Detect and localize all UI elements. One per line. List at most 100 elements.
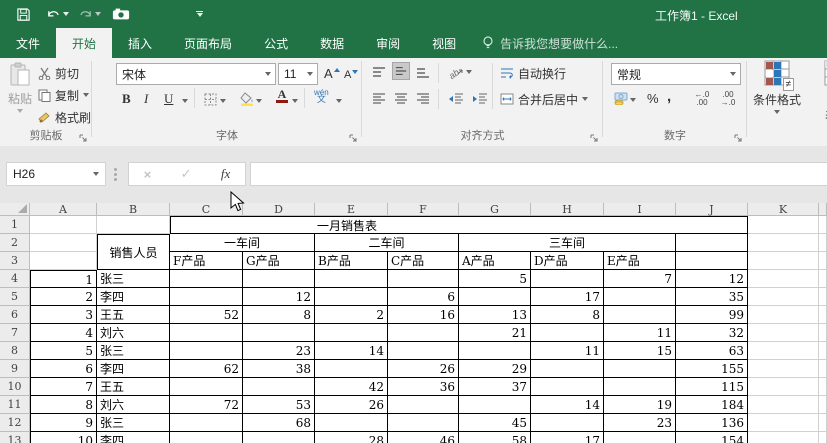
row-header-7[interactable]: 7 (0, 324, 30, 342)
cell-J9[interactable]: 155 (676, 360, 748, 378)
cell-J2[interactable] (676, 234, 748, 252)
font-color-button[interactable]: A (276, 88, 288, 103)
font-dialog-launcher[interactable] (348, 132, 358, 142)
cell-B13[interactable]: 李四 (97, 432, 170, 443)
cell-I9[interactable] (604, 360, 676, 378)
cell-D9[interactable]: 38 (243, 360, 315, 378)
cell-A9[interactable]: 6 (30, 360, 97, 378)
column-header-D[interactable]: D (243, 203, 315, 216)
cell-D5[interactable]: 12 (243, 288, 315, 306)
conditional-formatting-button[interactable]: ≠ 条件格式 (749, 60, 805, 114)
cell-B10[interactable]: 王五 (97, 378, 170, 396)
cell-C9[interactable]: 62 (170, 360, 243, 378)
merged-sales-person-cell[interactable]: 销售人员 (97, 234, 170, 270)
cell-J7[interactable]: 32 (676, 324, 748, 342)
row-header-11[interactable]: 11 (0, 396, 30, 414)
cell-D13[interactable] (243, 432, 315, 443)
cell-C6[interactable]: 52 (170, 306, 243, 324)
underline-button[interactable]: U (162, 90, 175, 108)
cell-L12[interactable] (819, 414, 827, 432)
number-dialog-launcher[interactable] (733, 132, 743, 142)
cell-I13[interactable] (604, 432, 676, 443)
cell-J10[interactable]: 115 (676, 378, 748, 396)
cell-I6[interactable] (604, 306, 676, 324)
cell-B12[interactable]: 张三 (97, 414, 170, 432)
cell-L9[interactable] (819, 360, 827, 378)
tell-me-box[interactable]: 告诉我您想要做什么... (482, 28, 618, 58)
cell-D11[interactable]: 53 (243, 396, 315, 414)
column-header-J[interactable]: J (676, 203, 748, 216)
decrease-indent-button[interactable] (446, 90, 466, 108)
cell-K4[interactable] (748, 270, 819, 288)
cell-G12[interactable]: 45 (459, 414, 531, 432)
underline-dropdown-icon[interactable] (182, 99, 188, 103)
phonetic-dropdown-icon[interactable] (336, 99, 342, 103)
cell-L5[interactable] (819, 288, 827, 306)
cell-G9[interactable]: 29 (459, 360, 531, 378)
cell-L7[interactable] (819, 324, 827, 342)
cell-J11[interactable]: 184 (676, 396, 748, 414)
cell-B8[interactable]: 张三 (97, 342, 170, 360)
column-header-F[interactable]: F (388, 203, 459, 216)
cell-J6[interactable]: 99 (676, 306, 748, 324)
shrink-font-button[interactable]: A (342, 66, 360, 84)
tab-file[interactable]: 文件 (0, 28, 56, 58)
wrap-text-button[interactable]: 自动换行 (500, 64, 566, 82)
fill-color-button[interactable] (238, 90, 257, 108)
row-header-2[interactable]: 2 (0, 234, 30, 252)
merged-workshop-cell-一车间[interactable]: 一车间 (170, 234, 315, 252)
comma-style-button[interactable]: , (665, 87, 673, 105)
column-header-K[interactable]: K (748, 203, 819, 216)
cell-K11[interactable] (748, 396, 819, 414)
column-header-I[interactable]: I (604, 203, 676, 216)
cell-D8[interactable]: 23 (243, 342, 315, 360)
cell-L8[interactable] (819, 342, 827, 360)
cell-D6[interactable]: 8 (243, 306, 315, 324)
cell-K8[interactable] (748, 342, 819, 360)
tab-data[interactable]: 数据 (304, 28, 360, 58)
cell-K10[interactable] (748, 378, 819, 396)
column-header-B[interactable]: B (97, 203, 170, 216)
tab-review[interactable]: 审阅 (360, 28, 416, 58)
row-header-8[interactable]: 8 (0, 342, 30, 360)
cell-F4[interactable] (388, 270, 459, 288)
percent-style-button[interactable]: % (645, 89, 661, 107)
cell-J3[interactable] (676, 252, 748, 270)
merge-center-dropdown-icon[interactable] (582, 97, 589, 101)
row-header-9[interactable]: 9 (0, 360, 30, 378)
cell-H13[interactable]: 17 (531, 432, 604, 443)
font-size-combo[interactable]: 11 (278, 63, 318, 85)
cell-G4[interactable]: 5 (459, 270, 531, 288)
merged-workshop-cell-三车间[interactable]: 三车间 (459, 234, 676, 252)
cell-A12[interactable]: 9 (30, 414, 97, 432)
column-header-G[interactable]: G (459, 203, 531, 216)
select-all-button[interactable] (0, 203, 30, 216)
cell-D7[interactable] (243, 324, 315, 342)
cell-I7[interactable]: 11 (604, 324, 676, 342)
qat-customize-button[interactable] (196, 4, 203, 24)
cell-I12[interactable]: 23 (604, 414, 676, 432)
cell-A13[interactable]: 10 (30, 432, 97, 443)
row-header-3[interactable]: 3 (0, 252, 30, 270)
align-bottom-button[interactable] (414, 64, 432, 82)
product-header-cell-F3[interactable]: C产品 (388, 252, 459, 270)
cell-B11[interactable]: 刘六 (97, 396, 170, 414)
number-format-dropdown-icon[interactable] (730, 72, 736, 76)
merged-title-cell[interactable]: 一月销售表 (170, 216, 748, 234)
cell-F13[interactable]: 46 (388, 432, 459, 443)
borders-button[interactable] (202, 90, 219, 108)
name-box[interactable]: H26 (6, 162, 106, 186)
tab-view[interactable]: 视图 (416, 28, 472, 58)
cell-B6[interactable]: 王五 (97, 306, 170, 324)
cell-K7[interactable] (748, 324, 819, 342)
cell-E12[interactable] (315, 414, 388, 432)
cell-E5[interactable] (315, 288, 388, 306)
cell-A2[interactable] (30, 234, 97, 252)
orientation-button[interactable]: ab (446, 63, 466, 81)
tab-page-layout[interactable]: 页面布局 (168, 28, 248, 58)
cell-A6[interactable]: 3 (30, 306, 97, 324)
cell-F12[interactable] (388, 414, 459, 432)
cell-K9[interactable] (748, 360, 819, 378)
cell-I5[interactable] (604, 288, 676, 306)
cell-G7[interactable]: 21 (459, 324, 531, 342)
